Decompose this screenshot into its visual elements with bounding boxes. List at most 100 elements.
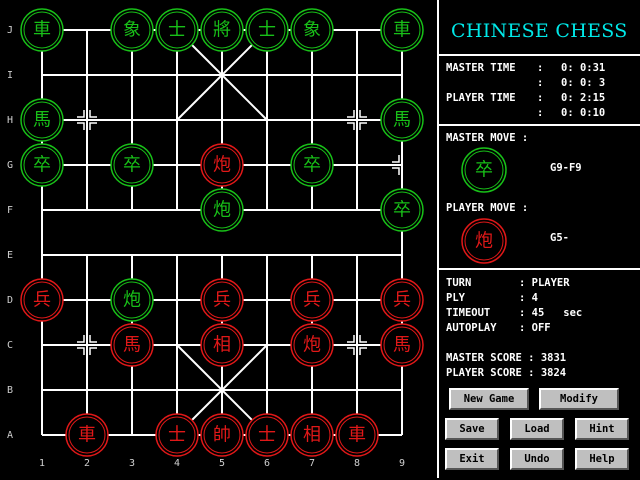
red-piece[interactable]: 兵 — [380, 278, 424, 322]
piece-char: 車 — [33, 20, 51, 41]
master-score: MASTER SCORE : 3831 — [446, 352, 567, 364]
green-piece[interactable]: 卒 — [110, 143, 154, 187]
piece-char: 炮 — [213, 200, 231, 221]
exit-button[interactable]: Exit — [445, 448, 499, 470]
red-piece[interactable]: 兵 — [20, 278, 64, 322]
master-move-piece: 卒 — [461, 147, 507, 193]
modify-button[interactable]: Modify — [539, 388, 619, 410]
position-mark — [359, 110, 367, 118]
red-piece[interactable]: 炮 — [200, 143, 244, 187]
file-label: 8 — [354, 458, 360, 469]
timeout-value: : 45 sec — [519, 307, 583, 319]
app-title: CHINESE CHESS — [451, 20, 628, 42]
red-piece[interactable]: 兵 — [290, 278, 334, 322]
piece-char: 車 — [348, 425, 366, 446]
green-piece[interactable]: 象 — [290, 8, 334, 52]
ply-value: : 4 — [519, 292, 538, 304]
rank-label: A — [7, 430, 13, 441]
red-piece[interactable]: 帥 — [200, 413, 244, 457]
piece-char: 炮 — [213, 155, 231, 176]
master-move-label: MASTER MOVE : — [446, 132, 529, 144]
green-piece[interactable]: 士 — [155, 8, 199, 52]
master-time-label: MASTER TIME — [446, 62, 516, 74]
file-label: 1 — [39, 458, 45, 469]
green-piece[interactable]: 卒 — [290, 143, 334, 187]
file-label: 7 — [309, 458, 315, 469]
piece-char: 卒 — [33, 155, 51, 176]
load-button[interactable]: Load — [510, 418, 564, 440]
red-piece[interactable]: 士 — [245, 413, 289, 457]
piece-char: 馬 — [393, 335, 411, 356]
piece-char: 兵 — [393, 290, 411, 311]
position-mark — [89, 122, 97, 130]
piece-char: 帥 — [213, 425, 231, 446]
position-mark — [392, 155, 400, 163]
piece-char: 士 — [258, 425, 276, 446]
position-mark — [347, 335, 355, 343]
file-label: 3 — [129, 458, 135, 469]
red-piece[interactable]: 相 — [290, 413, 334, 457]
red-piece[interactable]: 士 — [155, 413, 199, 457]
master-move-piece-char: 卒 — [475, 160, 493, 181]
red-piece[interactable]: 車 — [335, 413, 379, 457]
moves-section: MASTER MOVE : 卒 G9-F9 PLAYER MOVE : 炮 G5… — [439, 126, 640, 270]
piece-char: 士 — [168, 20, 186, 41]
red-piece[interactable]: 炮 — [290, 323, 334, 367]
piece-char: 士 — [168, 425, 186, 446]
piece-char: 士 — [258, 20, 276, 41]
player-time-move: 0: 0:10 — [561, 107, 606, 119]
green-piece[interactable]: 馬 — [380, 98, 424, 142]
position-mark — [89, 335, 97, 343]
rank-label: J — [7, 25, 13, 36]
position-mark — [89, 347, 97, 355]
red-piece[interactable]: 車 — [65, 413, 109, 457]
player-move-label: PLAYER MOVE : — [446, 202, 529, 214]
green-piece[interactable]: 卒 — [20, 143, 64, 187]
green-piece[interactable]: 卒 — [380, 188, 424, 232]
piece-char: 象 — [303, 20, 321, 41]
piece-char: 象 — [123, 20, 141, 41]
red-piece[interactable]: 相 — [200, 323, 244, 367]
piece-char: 車 — [78, 425, 96, 446]
new-game-button[interactable]: New Game — [449, 388, 529, 410]
piece-char: 卒 — [123, 155, 141, 176]
master-time-move: 0: 0: 3 — [561, 77, 606, 89]
rank-label: D — [7, 295, 13, 306]
green-piece[interactable]: 馬 — [20, 98, 64, 142]
file-label: 2 — [84, 458, 90, 469]
green-piece[interactable]: 將 — [200, 8, 244, 52]
position-mark — [89, 110, 97, 118]
piece-char: 炮 — [303, 335, 321, 356]
player-time-label: PLAYER TIME — [446, 92, 516, 104]
position-mark — [359, 347, 367, 355]
piece-char: 相 — [213, 335, 231, 356]
green-piece[interactable]: 車 — [380, 8, 424, 52]
green-piece[interactable]: 車 — [20, 8, 64, 52]
help-button[interactable]: Help — [575, 448, 629, 470]
rank-label: G — [7, 160, 13, 171]
green-piece[interactable]: 象 — [110, 8, 154, 52]
red-piece[interactable]: 馬 — [380, 323, 424, 367]
position-mark — [347, 110, 355, 118]
green-piece[interactable]: 炮 — [200, 188, 244, 232]
hint-button[interactable]: Hint — [575, 418, 629, 440]
file-label: 5 — [219, 458, 225, 469]
save-button[interactable]: Save — [445, 418, 499, 440]
rank-label: C — [7, 340, 13, 351]
red-piece[interactable]: 馬 — [110, 323, 154, 367]
piece-char: 卒 — [303, 155, 321, 176]
player-score: PLAYER SCORE : 3824 — [446, 367, 567, 379]
green-piece[interactable]: 炮 — [110, 278, 154, 322]
autoplay-value: : OFF — [519, 322, 551, 334]
green-piece[interactable]: 士 — [245, 8, 289, 52]
piece-char: 馬 — [393, 110, 411, 131]
position-mark — [77, 122, 85, 130]
red-piece[interactable]: 兵 — [200, 278, 244, 322]
position-mark — [347, 347, 355, 355]
undo-button[interactable]: Undo — [510, 448, 564, 470]
position-mark — [359, 122, 367, 130]
board-grid — [41, 29, 403, 436]
piece-char: 炮 — [123, 290, 141, 311]
title-section: CHINESE CHESS — [439, 0, 640, 56]
player-time-total: 0: 2:15 — [561, 92, 606, 104]
